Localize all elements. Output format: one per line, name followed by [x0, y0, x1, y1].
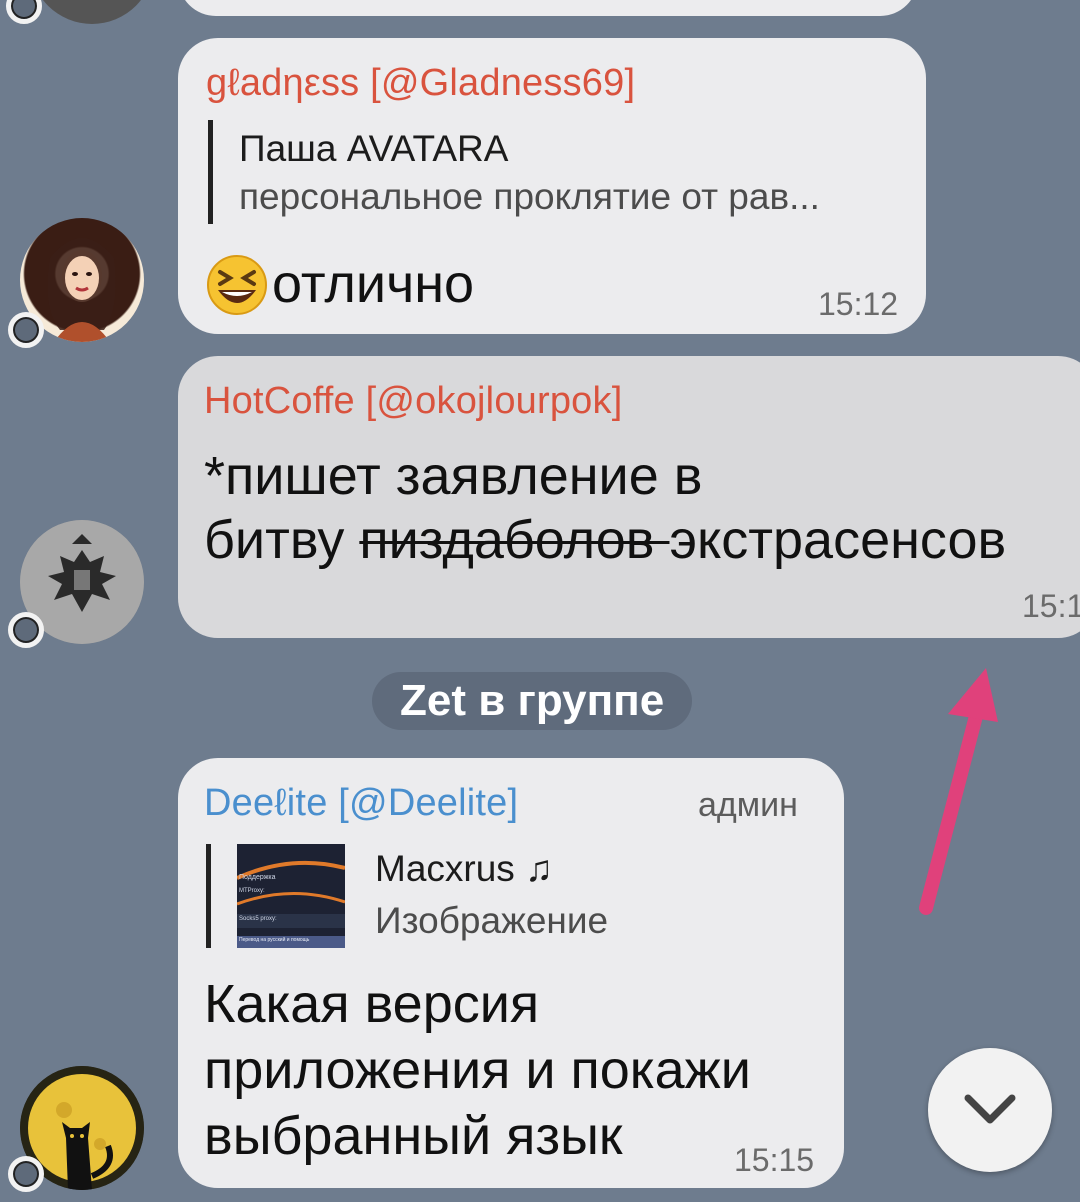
admin-badge: админ: [698, 786, 798, 824]
message-text-line: битву пиздаболов экстрасенсов: [204, 508, 1006, 572]
message-bubble-previous[interactable]: [178, 0, 918, 16]
message-text-line: *пишет заявление в: [204, 446, 703, 506]
reply-text: Изображение: [375, 900, 609, 941]
laughing-emoji-icon: [206, 254, 268, 316]
message-text-segment: экстрасенсов: [669, 510, 1007, 570]
message-bubble[interactable]: HotCoffe [@okojlourpok] *пишет заявление…: [178, 356, 1080, 638]
online-status-icon: [8, 612, 44, 648]
thumbnail-text: Socks5 proxy:: [239, 916, 277, 922]
reply-author: Macxrus ♫: [375, 848, 553, 889]
online-status-icon: [8, 1156, 44, 1192]
reply-image-thumbnail: Поддержка MTProxy: Socks5 proxy: Перевод…: [237, 844, 345, 948]
message-time: 15:1: [1022, 588, 1080, 624]
thumbnail-text: MTProxy:: [239, 888, 265, 894]
message-text-line: Какая версия: [204, 974, 540, 1034]
chevron-down-icon: [964, 1094, 1016, 1124]
reply-preview[interactable]: Паша AVATARA персональное проклятие от р…: [208, 120, 893, 224]
message-text-segment: битву: [204, 510, 360, 570]
message-time: 15:15: [734, 1142, 815, 1178]
sender-name[interactable]: Deeℓite [@Deelite]: [204, 782, 518, 825]
online-status-icon: [6, 0, 42, 24]
avatar-previous[interactable]: [30, 0, 154, 24]
thumbnail-text: Поддержка: [239, 874, 276, 881]
sender-name[interactable]: gℓadηεss [@Gladness69]: [206, 62, 635, 105]
message-bubble[interactable]: Deeℓite [@Deelite] админ Поддержка MTPro…: [178, 758, 844, 1188]
scroll-down-button[interactable]: [928, 1048, 1052, 1172]
sender-name[interactable]: HotCoffe [@okojlourpok]: [204, 380, 622, 423]
reply-preview[interactable]: Поддержка MTProxy: Socks5 proxy: Перевод…: [206, 844, 811, 948]
message-text-line: приложения и покажи: [204, 1040, 751, 1100]
reply-author: Паша AVATARA: [239, 128, 509, 169]
service-message: Zet в группе: [372, 672, 693, 730]
message-text-line: выбранный язык: [204, 1106, 623, 1166]
strikethrough-text: пиздаболов: [359, 510, 670, 570]
thumbnail-text: Перевод на русский и помощь: [239, 937, 310, 943]
message-text: отлично: [272, 254, 475, 314]
reply-text: персональное проклятие от рав...: [239, 176, 820, 217]
online-status-icon: [8, 312, 44, 348]
message-time: 15:12: [818, 286, 899, 322]
message-bubble[interactable]: gℓadηεss [@Gladness69] Паша AVATARA перс…: [178, 38, 926, 334]
